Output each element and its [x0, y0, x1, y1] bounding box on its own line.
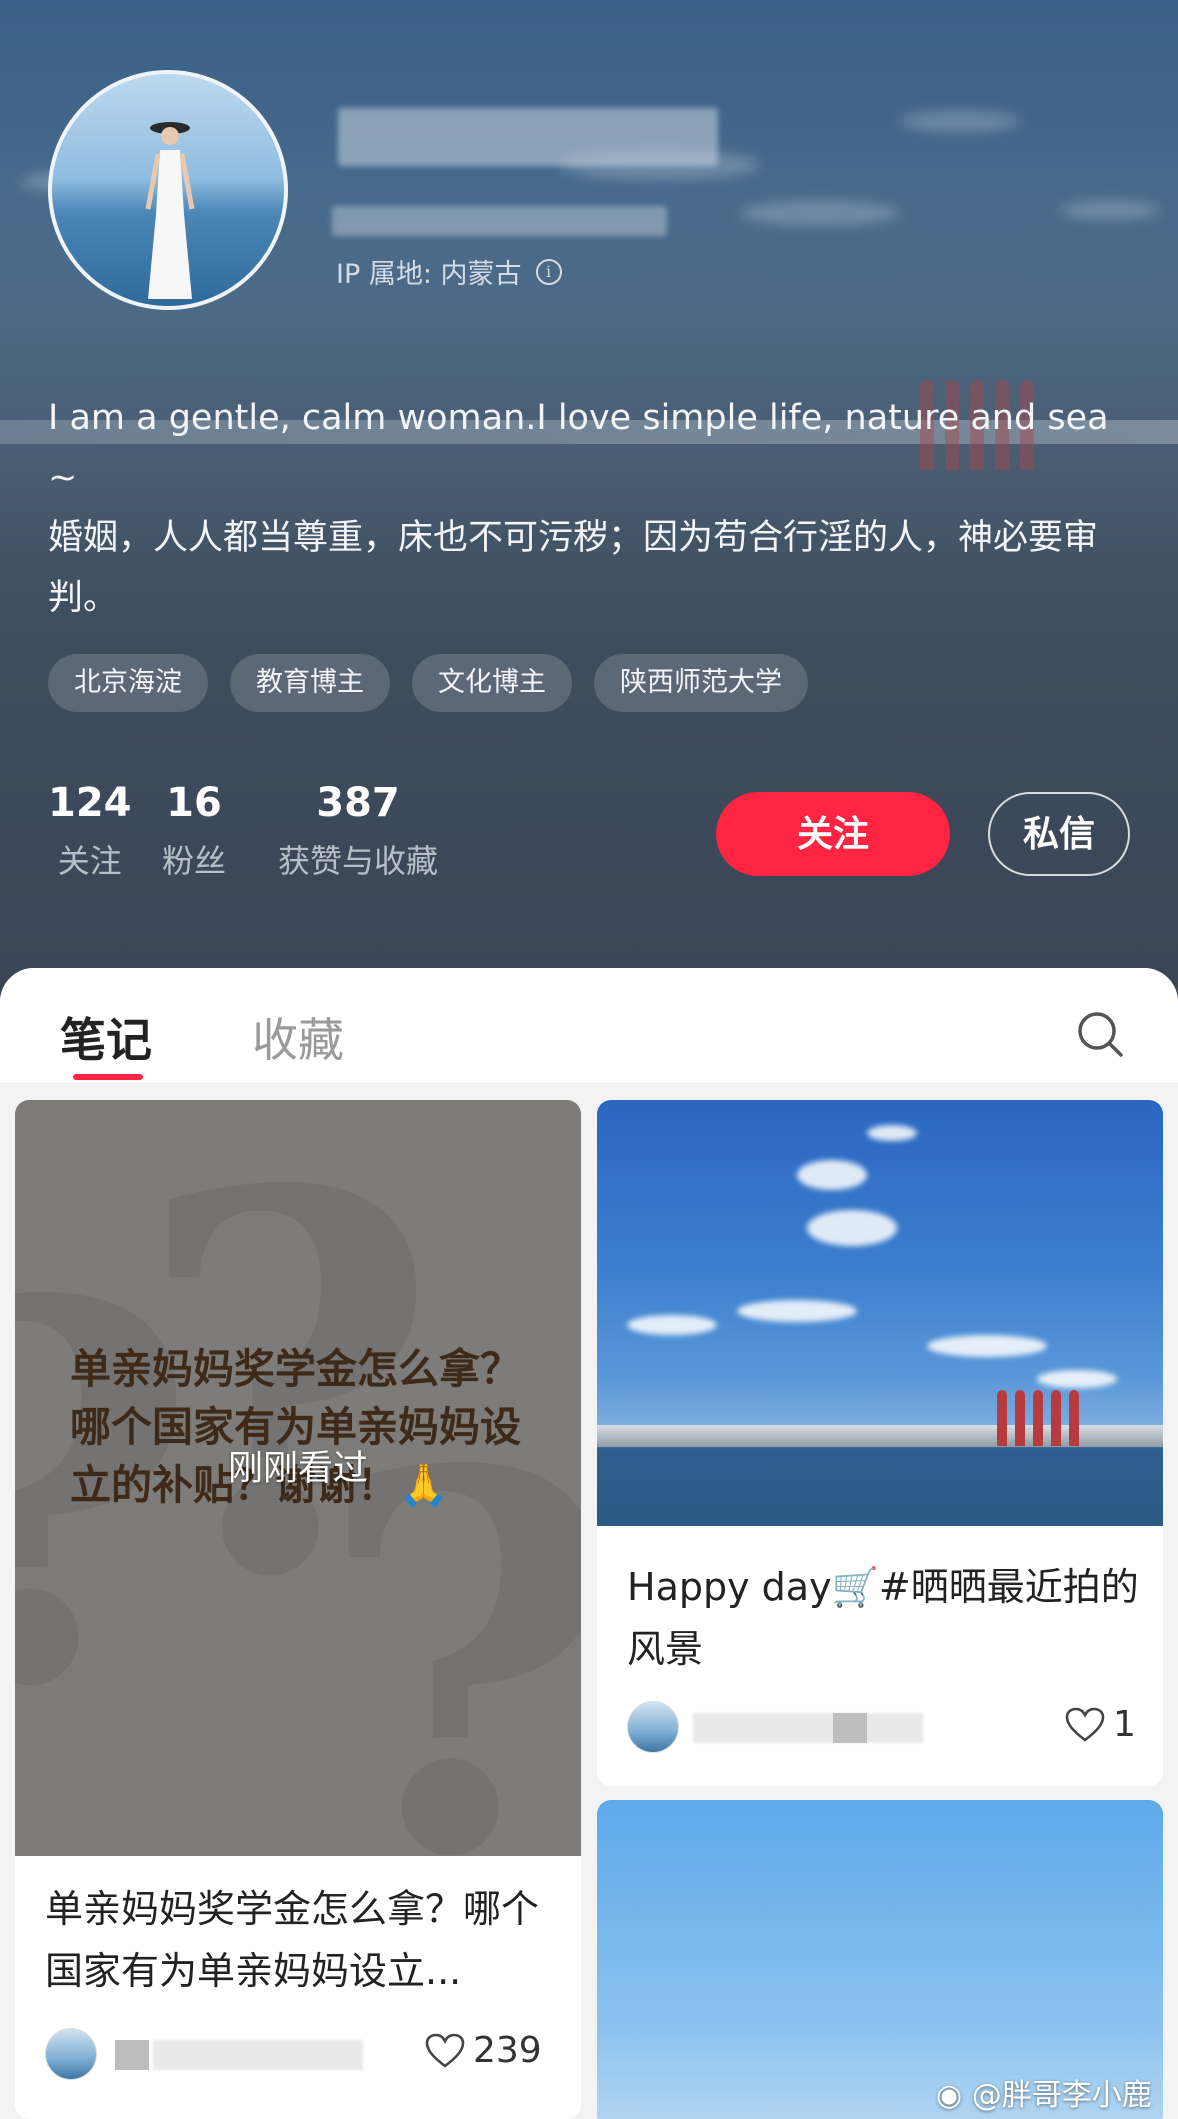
tag-location[interactable]: 北京海淀 [48, 654, 208, 712]
photo-cloud [627, 1315, 717, 1335]
stat-label: 关注 [57, 842, 122, 880]
heart-icon [425, 2033, 465, 2068]
weibo-icon: ◉ [936, 2078, 963, 2113]
profile-bio: I am a gentle, calm woman.I love simple … [48, 388, 1138, 628]
username-redacted [338, 108, 718, 166]
note-title: 单亲妈妈奖学金怎么拿？哪个国家有为单亲妈妈设立... [45, 1887, 540, 1993]
like-count[interactable]: 239 [425, 2030, 542, 2071]
note-cover: ? ? ? 单亲妈妈奖学金怎么拿？哪个国家有为单亲妈妈设立的补贴？谢谢！🙏 刚刚… [15, 1100, 581, 1856]
heart-icon [1065, 1707, 1105, 1742]
photo-cloud [807, 1210, 897, 1246]
author-name-redacted [115, 2040, 149, 2070]
tag-culture[interactable]: 文化博主 [412, 654, 572, 712]
like-count-value: 239 [473, 2030, 542, 2071]
background-cloud [740, 200, 900, 226]
avatar-figure [145, 122, 195, 299]
bio-line: 婚姻，人人都当尊重，床也不可污秽；因为苟合行淫的人，神必要审判。 [48, 518, 1099, 618]
active-tab-indicator [73, 1074, 143, 1080]
author-name-redacted [833, 1713, 867, 1743]
author-avatar [45, 2028, 97, 2080]
stat-value: 387 [316, 780, 400, 826]
photo-cloud [867, 1125, 917, 1141]
note-card[interactable]: Happy day🛒#晒晒最近拍的风景 1 [597, 1100, 1163, 1786]
watermark: ◉ @胖哥李小鹿 [936, 2070, 1152, 2114]
background-cloud [1060, 200, 1160, 220]
note-card[interactable]: ? ? ? 单亲妈妈奖学金怎么拿？哪个国家有为单亲妈妈设立的补贴？谢谢！🙏 刚刚… [15, 1100, 581, 2119]
user-id-redacted [332, 206, 667, 236]
photo-arch [1069, 1390, 1079, 1446]
recently-viewed-label: 刚刚看过 [227, 1449, 368, 1489]
photo-cloud [737, 1300, 857, 1322]
photo-arch [997, 1390, 1007, 1446]
ip-location: IP 属地: 内蒙古 i [336, 252, 562, 291]
follow-button[interactable]: 关注 [716, 792, 950, 876]
author-avatar [627, 1701, 679, 1753]
stat-followers[interactable]: 16 粉丝 [162, 778, 226, 886]
stat-following[interactable]: 124 关注 [48, 778, 132, 886]
stat-likes-collects[interactable]: 387 获赞与收藏 [278, 778, 438, 886]
tag-education[interactable]: 教育博主 [230, 654, 390, 712]
photo-arch [1015, 1390, 1025, 1446]
tag-university[interactable]: 陕西师范大学 [594, 654, 808, 712]
note-cover [597, 1100, 1163, 1526]
stat-value: 124 [48, 780, 132, 826]
photo-cloud [797, 1160, 867, 1190]
photo-arch [1033, 1390, 1043, 1446]
watermark-text: @胖哥李小鹿 [971, 2078, 1152, 2113]
bio-line: I am a gentle, calm woman.I love simple … [48, 398, 1109, 498]
stat-label: 获赞与收藏 [278, 842, 439, 880]
like-count[interactable]: 1 [1065, 1704, 1136, 1745]
note-title: Happy day🛒#晒晒最近拍的风景 [627, 1565, 1139, 1671]
background-cloud [900, 110, 1020, 132]
photo-cloud [1037, 1370, 1117, 1388]
profile-tags: 北京海淀 教育博主 文化博主 陕西师范大学 [48, 654, 808, 712]
tab-bar: 笔记 收藏 [0, 968, 1178, 1084]
message-button[interactable]: 私信 [988, 792, 1130, 876]
photo-arch [1051, 1390, 1061, 1446]
stat-label: 粉丝 [162, 842, 227, 880]
like-count-value: 1 [1113, 1704, 1136, 1745]
photo-cloud [927, 1335, 1047, 1357]
profile-avatar[interactable] [48, 70, 288, 310]
author-name-redacted [153, 2040, 363, 2070]
tab-notes[interactable]: 笔记 [60, 1004, 152, 1070]
info-icon[interactable]: i [535, 258, 562, 285]
ip-location-text: IP 属地: 内蒙古 [336, 259, 522, 290]
stat-value: 16 [166, 780, 222, 826]
search-icon[interactable] [1074, 1008, 1126, 1060]
author-name-redacted [693, 1713, 923, 1743]
tab-collections[interactable]: 收藏 [252, 1004, 344, 1070]
